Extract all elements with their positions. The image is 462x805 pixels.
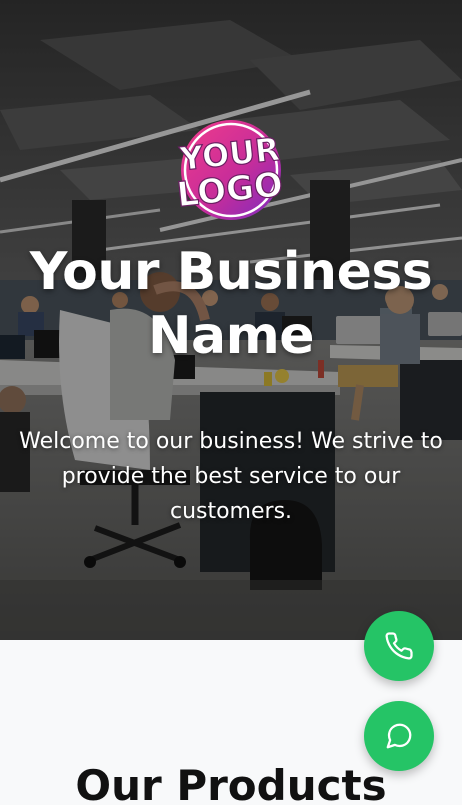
business-name-heading: Your Business Name — [29, 242, 433, 366]
phone-icon — [385, 632, 413, 660]
hero-tagline: Welcome to our business! We strive to pr… — [19, 429, 443, 524]
chat-button[interactable] — [364, 701, 434, 771]
business-logo: YOUR LOGO — [176, 115, 286, 225]
call-button[interactable] — [364, 611, 434, 681]
page: YOUR LOGO Your Business Name Welcome to … — [0, 0, 462, 805]
chat-bubble-icon — [386, 723, 412, 749]
hero-section: YOUR LOGO Your Business Name Welcome to … — [0, 0, 462, 640]
